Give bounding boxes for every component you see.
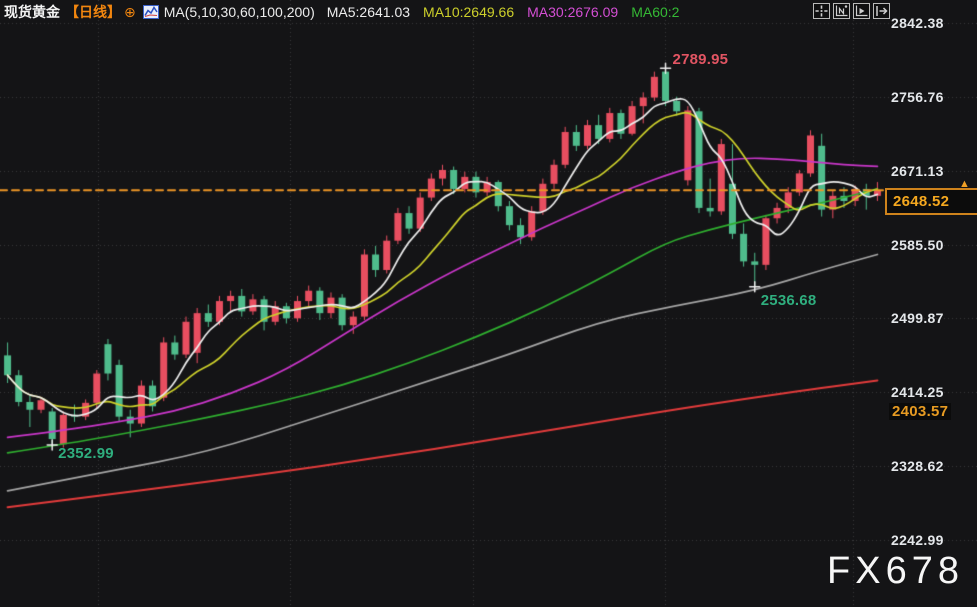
axis-price-label: 2328.62: [891, 458, 944, 475]
jump-to-latest-icon[interactable]: [873, 3, 890, 19]
symbol-name: 现货黄金: [4, 4, 60, 20]
axis-price-label: 2414.25: [891, 384, 944, 401]
price-up-arrow-icon: ▲: [959, 178, 970, 191]
crosshair-icon[interactable]: [813, 3, 830, 19]
chart-toolbar: [813, 3, 890, 19]
axis-scale-play-icon[interactable]: [853, 3, 870, 19]
watermark: FX678: [827, 550, 964, 592]
ma-value-label-ma10: MA10:2649.66: [423, 4, 515, 20]
candlestick-chart-canvas[interactable]: [0, 0, 977, 607]
ma-value-label-ma60: MA60:2: [631, 4, 680, 20]
ma-value-label-ma5: MA5:2641.03: [326, 4, 411, 20]
chart-header: 现货黄金 【日线】 ⊕ MA(5,10,30,60,100,200) MA5:2…: [4, 2, 692, 22]
chart-window: 现货黄金 【日线】 ⊕ MA(5,10,30,60,100,200) MA5:2…: [0, 0, 977, 607]
annotation-high-price: 2789.95: [672, 51, 729, 69]
ma-settings-label: MA(5,10,30,60,100,200): [163, 4, 315, 20]
line-chart-icon[interactable]: [142, 5, 159, 19]
ma-values-group: MA5:2641.03 MA10:2649.66 MA30:2676.09 MA60:…: [327, 4, 693, 20]
timeframe-label[interactable]: 【日线】: [65, 2, 121, 22]
axis-price-label: 2242.99: [891, 532, 944, 548]
axis-price-label: 2671.13: [891, 162, 944, 179]
ma-value-label-ma30: MA30:2676.09: [527, 4, 619, 20]
axis-price-label: 2842.38: [891, 15, 944, 31]
axis-scale-n-icon[interactable]: [833, 3, 850, 19]
secondary-price-tag: 2403.57: [889, 403, 952, 421]
add-indicator-icon[interactable]: ⊕: [124, 4, 136, 21]
annotation-low-price: 2352.99: [58, 445, 114, 463]
axis-price-label: 2499.87: [891, 310, 944, 327]
current-price-tag: 2648.52: [885, 188, 977, 216]
axis-price-label: 2585.50: [891, 236, 944, 253]
annotation-low-price: 2536.68: [760, 291, 817, 309]
axis-price-label: 2756.76: [891, 88, 944, 105]
